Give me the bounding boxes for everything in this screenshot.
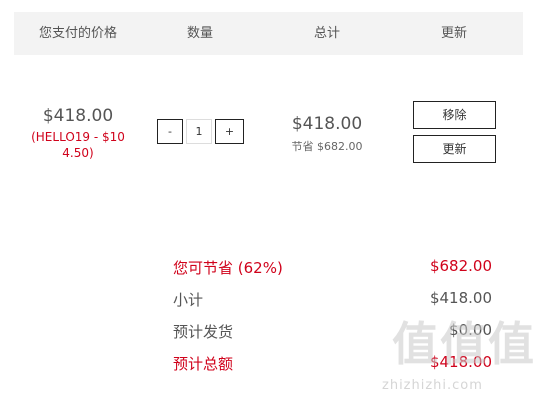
header-price: 您支付的价格 (38, 26, 118, 41)
update-button[interactable]: 更新 (413, 135, 496, 163)
header-total: 总计 (313, 26, 341, 41)
quantity-increase-button[interactable]: + (215, 119, 244, 144)
subtotal-label: 小计 (173, 291, 204, 309)
shipping-label: 预计发货 (173, 323, 234, 341)
header-quantity: 数量 (186, 26, 214, 41)
item-price: $418.00 (42, 106, 114, 126)
item-saved: 节省 $682.00 (291, 140, 363, 153)
cart-table-header: 您支付的价格 数量 总计 更新 (14, 12, 523, 55)
watermark-url: zhizhizhi.com (382, 378, 483, 393)
grand-total-label: 预计总额 (173, 355, 234, 373)
remove-button[interactable]: 移除 (413, 101, 496, 129)
shipping-value: $0.00 (449, 321, 492, 339)
quantity-decrease-button[interactable]: - (157, 119, 183, 144)
coupon-discount: (HELLO19 - $104.50) (31, 130, 125, 160)
subtotal-value: $418.00 (429, 289, 492, 307)
savings-value: $682.00 (429, 257, 492, 275)
item-total: $418.00 (291, 114, 363, 134)
quantity-input[interactable] (186, 119, 212, 144)
grand-total-value: $418.00 (429, 353, 492, 371)
header-update: 更新 (440, 26, 468, 41)
savings-label: 您可节省 (62%) (173, 259, 283, 277)
